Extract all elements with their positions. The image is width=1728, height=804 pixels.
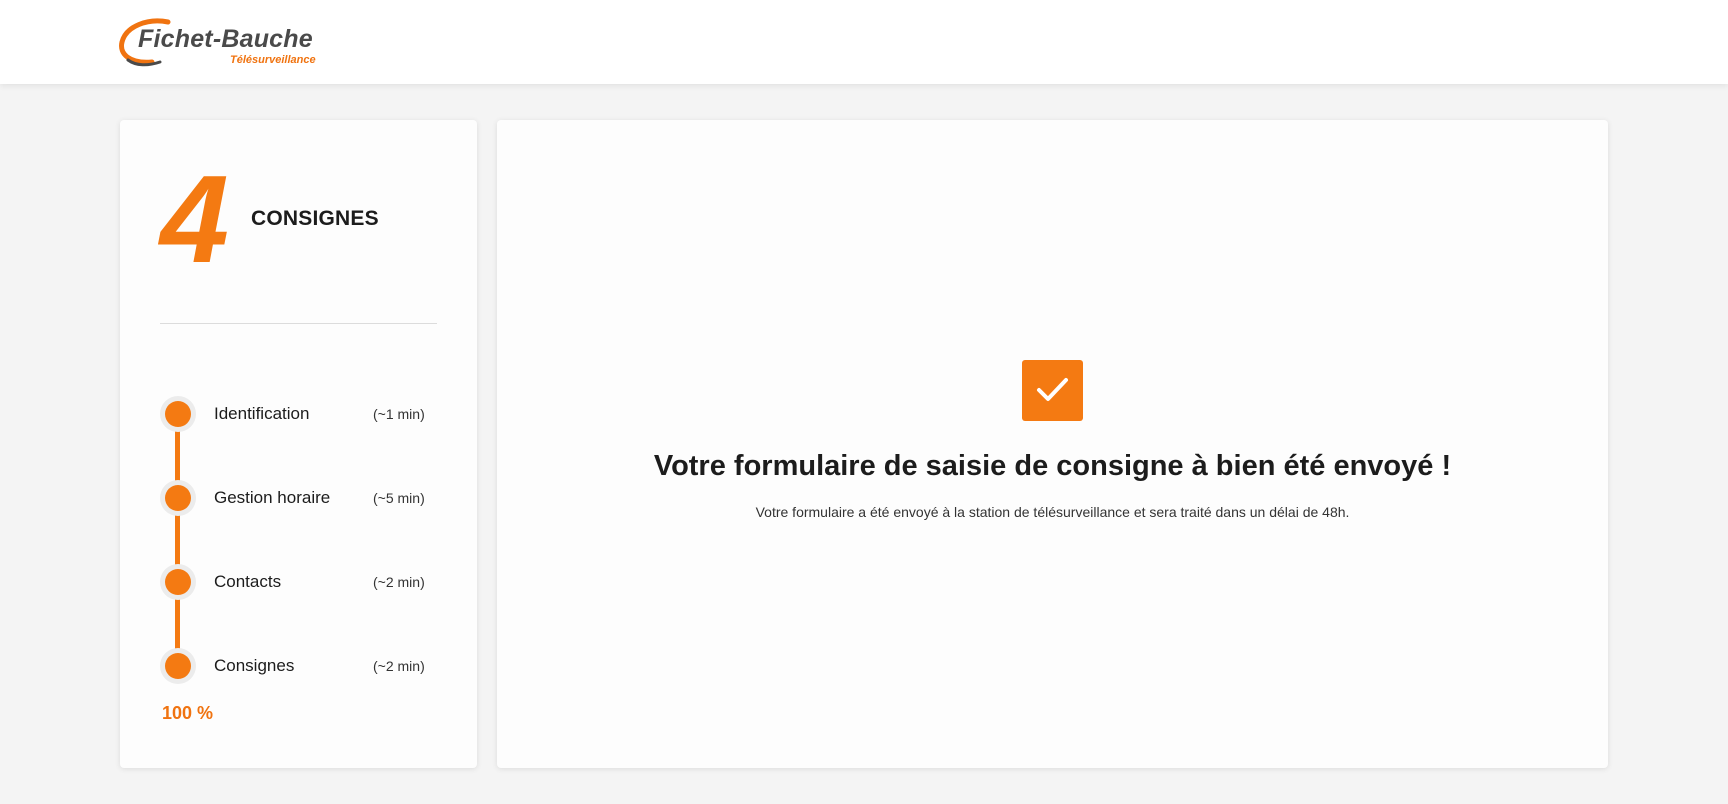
step-gestion-horaire[interactable]: Gestion horaire (~5 min) [160,480,460,516]
success-check-icon [1022,360,1083,421]
step-label: Consignes [214,656,295,675]
step-duration: (~1 min) [373,406,425,422]
confirmation-title: Votre formulaire de saisie de consigne à… [653,450,1452,482]
confirmation-panel: Votre formulaire de saisie de consigne à… [497,120,1608,768]
current-step-title: CONSIGNES [251,207,379,230]
top-header: Fichet-Bauche Télésurveillance [0,0,1728,84]
step-dot-icon [160,648,196,684]
step-duration: (~2 min) [373,658,425,674]
step-duration: (~2 min) [373,574,425,590]
step-duration: (~5 min) [373,490,425,506]
timeline-progress-line [175,410,180,665]
step-consignes[interactable]: Consignes (~2 min) [160,648,460,684]
step-contacts[interactable]: Contacts (~2 min) [160,564,460,600]
progress-sidebar: 4 CONSIGNES Identification (~1 min) Gest… [120,120,477,768]
step-dot-icon [160,396,196,432]
step-dot-icon [160,564,196,600]
step-label: Contacts [214,572,282,591]
progress-percentage: 100 % [162,703,214,723]
step-label: Identification [214,404,310,423]
step-dot-icon [160,480,196,516]
brand-logo[interactable]: Fichet-Bauche Télésurveillance [118,14,338,70]
current-step-number: 4 [160,151,229,289]
logo-brand-name: Fichet-Bauche [138,25,313,53]
step-identification[interactable]: Identification (~1 min) [160,396,460,432]
step-label: Gestion horaire [214,488,331,507]
sidebar-divider [160,323,437,324]
check-icon [1037,378,1068,401]
logo-brand-subtitle: Télésurveillance [230,54,316,66]
confirmation-message: Votre formulaire a été envoyé à la stati… [755,504,1350,520]
